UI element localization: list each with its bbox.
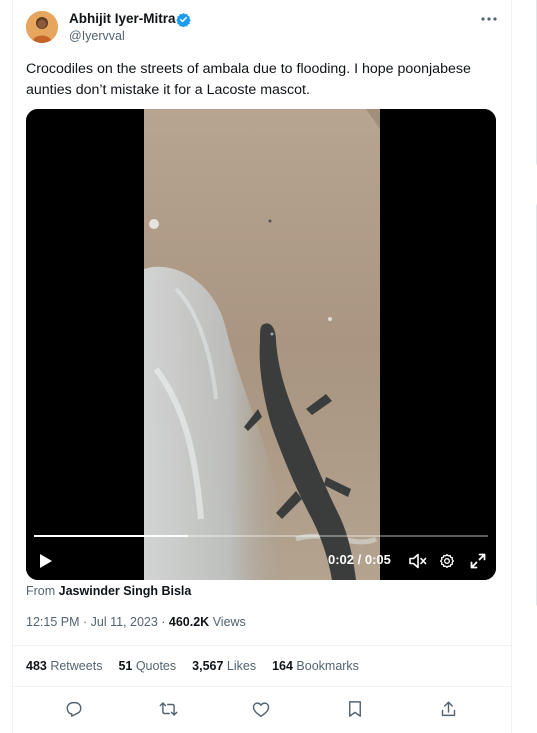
- bookmarks-count: 164: [272, 659, 293, 673]
- meta-separator: ·: [157, 615, 169, 629]
- like-button[interactable]: [250, 698, 272, 720]
- quotes-label: Quotes: [132, 659, 177, 673]
- video-player[interactable]: 0:02 / 0:05: [26, 109, 496, 580]
- quotes-count: 51: [118, 659, 133, 673]
- avatar[interactable]: [26, 11, 58, 43]
- tweet-meta: 12:15 PM · Jul 11, 2023 · 460.2K Views: [26, 615, 246, 629]
- video-time: 0:02 / 0:05: [328, 552, 391, 567]
- verified-badge-icon: [176, 12, 191, 28]
- retweets-count: 483: [26, 659, 47, 673]
- video-current-time: 0:02: [328, 552, 355, 567]
- views-count: 460.2K: [168, 615, 210, 629]
- reply-icon: [66, 701, 82, 717]
- more-dots-icon: [481, 17, 497, 21]
- video-progress-fill: [34, 535, 189, 537]
- column-border-right: [511, 0, 512, 733]
- likes-count: 3,567: [192, 659, 224, 673]
- retweet-icon: [159, 702, 177, 716]
- quotes-stat[interactable]: 51 Quotes: [118, 659, 176, 673]
- likes-stat[interactable]: 3,567 Likes: [192, 659, 256, 673]
- views-label: Views: [209, 615, 246, 629]
- engagement-stats: 483 Retweets 51 Quotes 3,567 Likes 164 B…: [26, 659, 375, 673]
- bookmarks-stat[interactable]: 164 Bookmarks: [272, 659, 359, 673]
- bookmark-icon: [349, 701, 361, 717]
- column-border-left: [12, 0, 13, 733]
- video-duration: 0:05: [364, 552, 391, 567]
- author-name[interactable]: Abhijit Iyer-Mitra: [69, 11, 176, 26]
- volume-muted-icon: [409, 553, 427, 569]
- bookmarks-label: Bookmarks: [292, 659, 359, 673]
- more-options-button[interactable]: [478, 10, 500, 28]
- share-icon: [441, 701, 455, 717]
- video-frame: [26, 109, 496, 580]
- fullscreen-button[interactable]: [468, 551, 488, 571]
- play-icon: [40, 554, 52, 568]
- tweet-text: Crocodiles on the streets of ambala due …: [26, 61, 471, 98]
- gear-icon: [440, 554, 454, 568]
- source-prefix: From: [26, 584, 59, 598]
- source-account-link[interactable]: Jaswinder Singh Bisla: [59, 584, 192, 598]
- video-time-separator: /: [354, 552, 365, 567]
- bookmark-button[interactable]: [344, 698, 366, 720]
- divider: [12, 686, 511, 687]
- heart-icon: [252, 701, 270, 717]
- author-handle[interactable]: @Iyervval: [69, 29, 125, 43]
- retweets-label: Retweets: [46, 659, 103, 673]
- expand-icon: [470, 553, 486, 569]
- reply-button[interactable]: [63, 698, 85, 720]
- mute-button[interactable]: [408, 551, 428, 571]
- share-button[interactable]: [437, 698, 459, 720]
- video-settings-button[interactable]: [437, 551, 457, 571]
- play-button[interactable]: [34, 550, 58, 572]
- retweets-stat[interactable]: 483 Retweets: [26, 659, 102, 673]
- retweet-button[interactable]: [157, 698, 179, 720]
- divider: [12, 645, 511, 646]
- tweet-timestamp[interactable]: 12:15 PM · Jul 11, 2023: [26, 615, 158, 629]
- video-progress-bar[interactable]: [34, 535, 488, 537]
- video-source: From Jaswinder Singh Bisla: [26, 584, 191, 598]
- likes-label: Likes: [223, 659, 257, 673]
